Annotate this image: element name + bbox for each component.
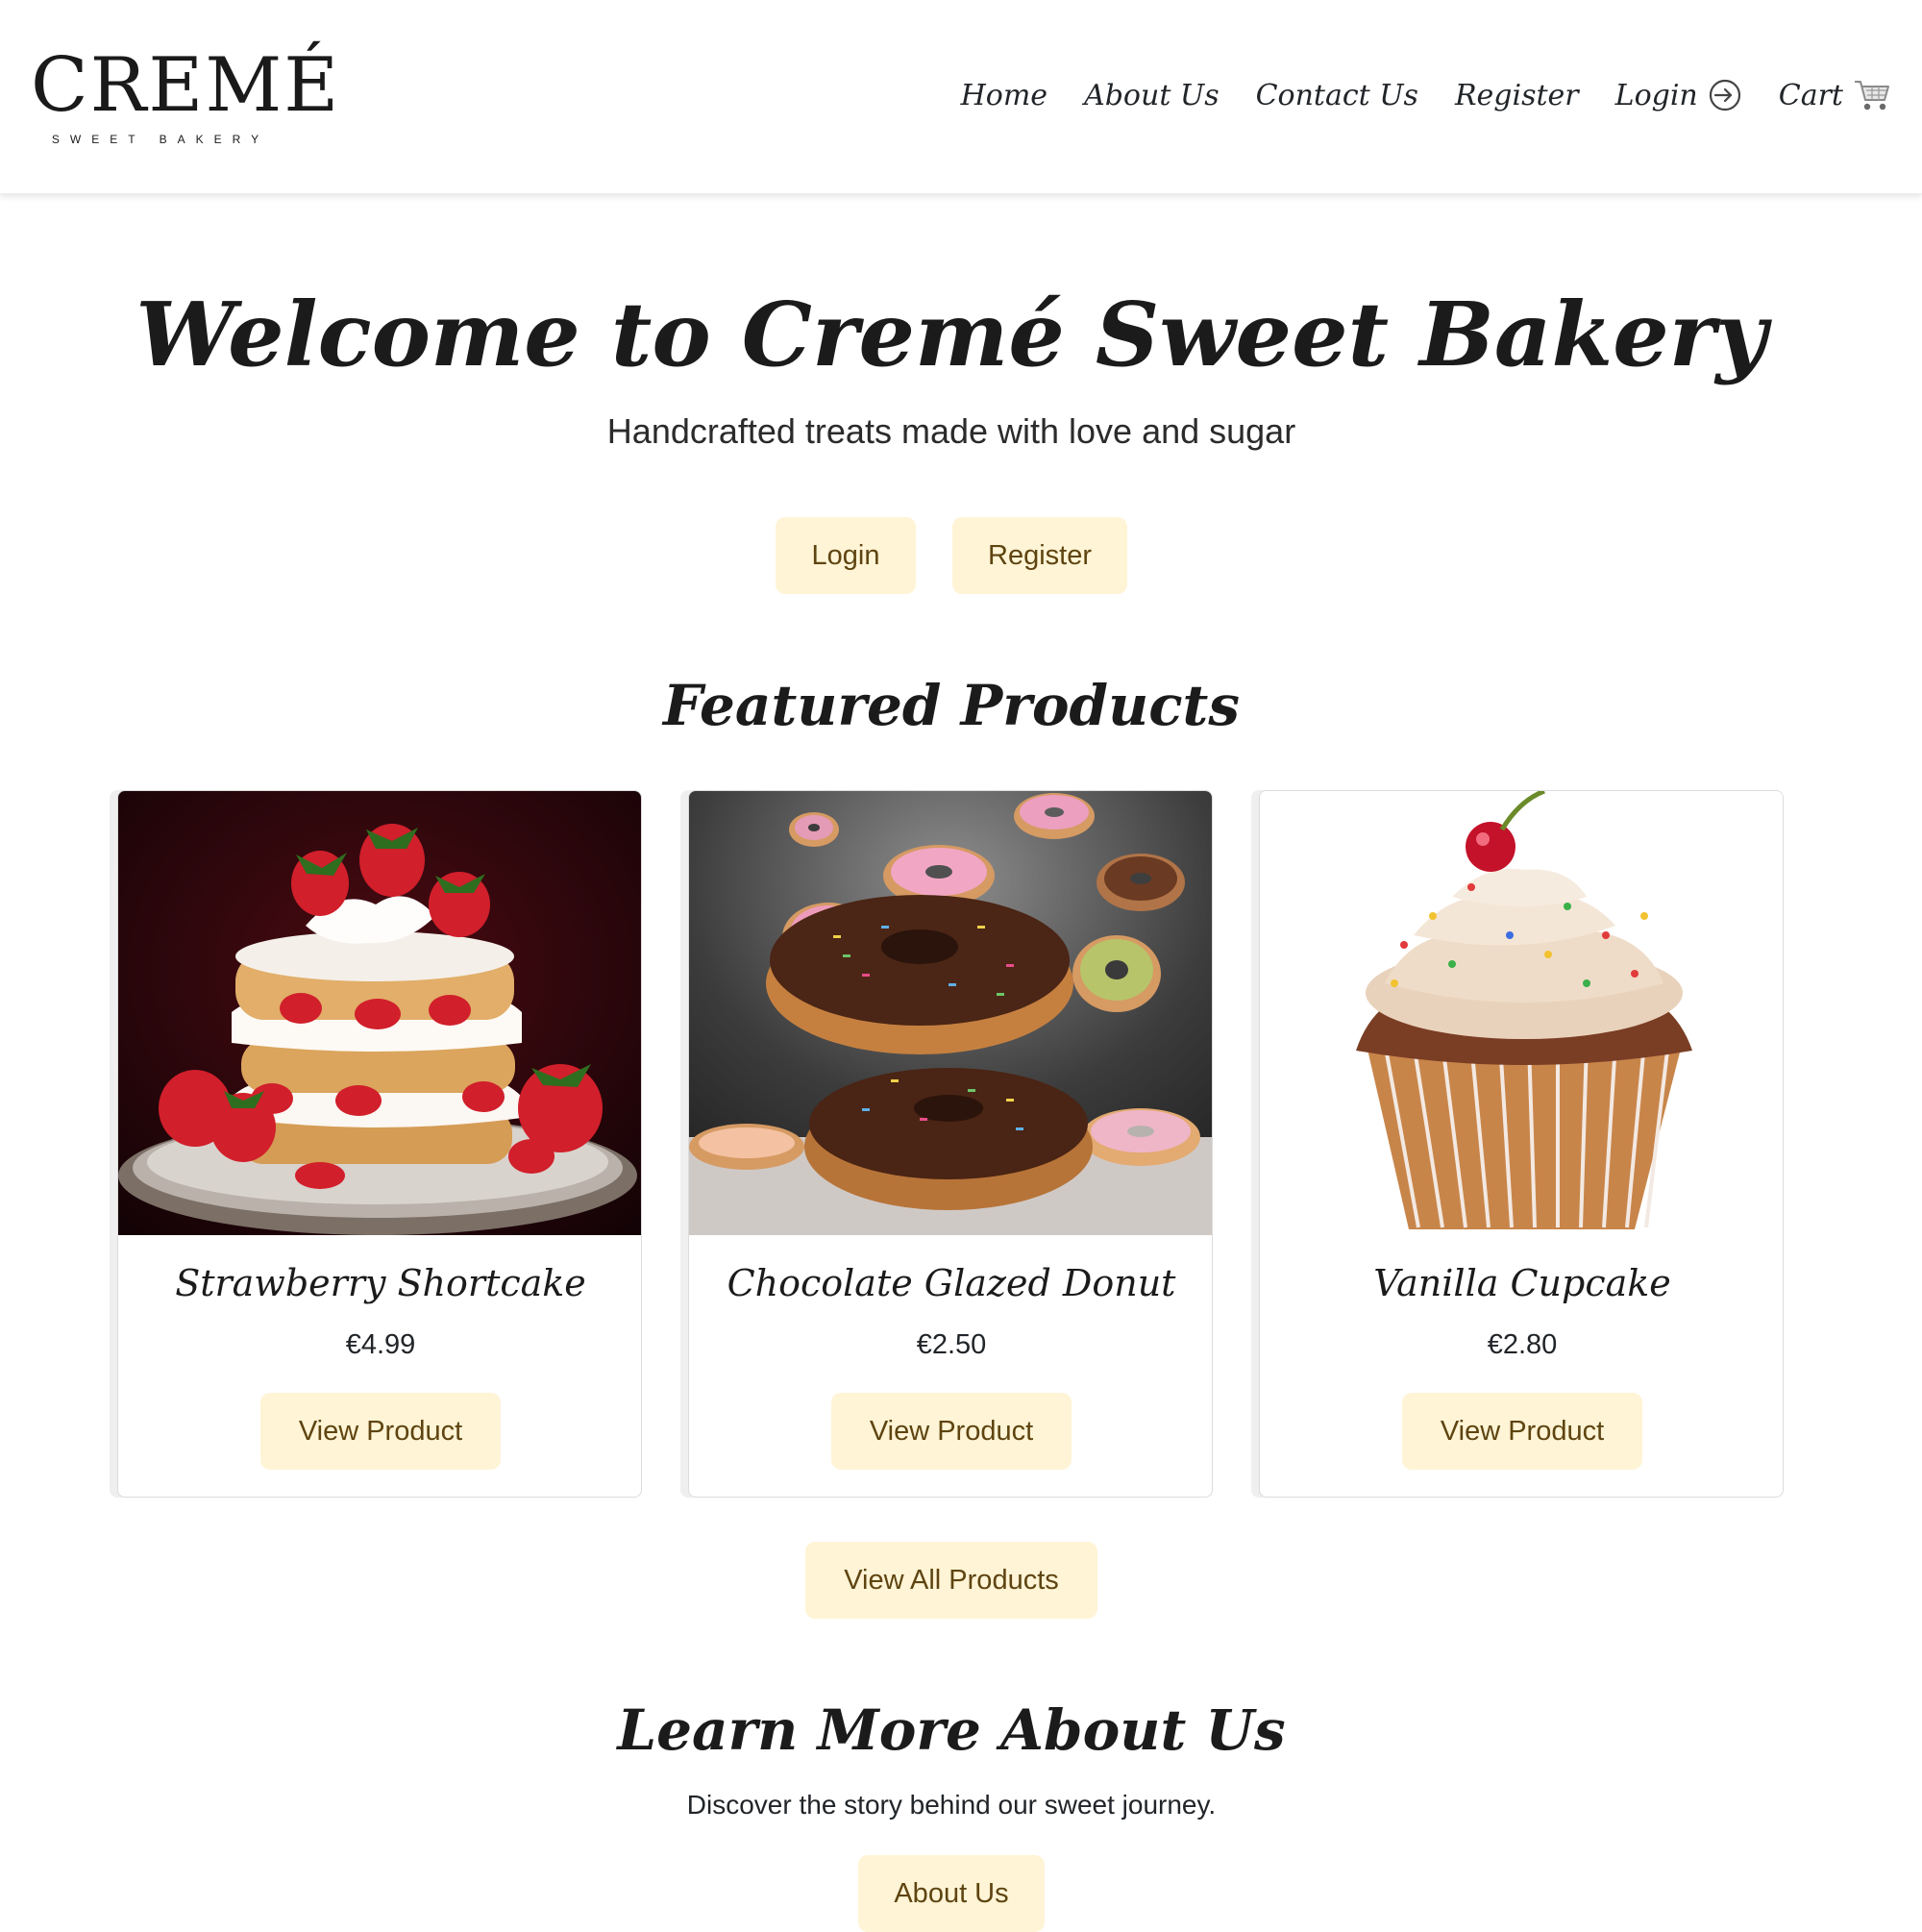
nav-register-link[interactable]: Register [1455,79,1579,112]
about-subtitle: Discover the story behind our sweet jour… [686,1790,1217,1820]
product-button-wrap: View Product [689,1393,1212,1470]
view-product-button[interactable]: View Product [1402,1393,1642,1470]
product-button-wrap: View Product [118,1393,641,1470]
nav-links: Home About Us Contact Us Register Login … [961,71,1891,119]
product-card: Strawberry Shortcake €4.99 View Product [117,790,642,1498]
hero-login-button[interactable]: Login [776,517,916,594]
about-button-wrap: About Us [0,1855,1903,1932]
about-us-button[interactable]: About Us [858,1855,1045,1932]
featured-title: Featured Products [663,673,1240,738]
product-price: €2.50 [916,1329,987,1360]
nav-about-link[interactable]: About Us [1084,79,1220,112]
nav-contact-link[interactable]: Contact Us [1256,79,1418,112]
product-card: Chocolate Glazed Donut €2.50 View Produc… [688,790,1213,1498]
nav-home-link[interactable]: Home [961,79,1047,112]
strawberry-shortcake-image[interactable] [118,791,641,1235]
chocolate-glazed-donut-image[interactable] [689,791,1212,1235]
cart-icon [1853,77,1891,113]
product-price: €4.99 [345,1329,416,1360]
about-title: Learn More About Us [617,1697,1286,1763]
vanilla-cupcake-image[interactable] [1260,791,1783,1235]
logo-tagline: SWEET BAKERY [51,133,270,146]
view-product-button[interactable]: View Product [831,1393,1072,1470]
logo-wordmark: CREMÉ [31,42,341,129]
navbar: CREMÉ SWEET BAKERY Home About Us Contact… [0,0,1922,194]
nav-cart-link[interactable]: Cart [1779,77,1891,113]
login-arrow-icon [1708,78,1742,112]
product-button-wrap: View Product [1260,1393,1783,1470]
product-card: Vanilla Cupcake €2.80 View Product [1259,790,1784,1498]
hero-subtitle: Handcrafted treats made with love and su… [606,411,1296,451]
hero-register-button[interactable]: Register [952,517,1127,594]
hero-title: Welcome to Cremé Sweet Bakery [136,283,1767,386]
product-grid: Strawberry Shortcake €4.99 View Product [117,790,1784,1498]
nav-cart-label: Cart [1778,78,1843,112]
view-product-button[interactable]: View Product [260,1393,501,1470]
brand-logo[interactable]: CREMÉ SWEET BAKERY [31,42,341,148]
nav-login-link[interactable]: Login [1615,78,1742,112]
view-all-products-button[interactable]: View All Products [805,1542,1097,1619]
nav-login-label: Login [1614,78,1698,112]
product-name: Vanilla Cupcake [1373,1262,1671,1304]
hero-buttons: Login Register [0,517,1903,594]
product-price: €2.80 [1487,1329,1558,1360]
product-name: Chocolate Glazed Donut [727,1262,1176,1304]
product-name: Strawberry Shortcake [175,1262,586,1304]
view-all-wrap: View All Products [0,1542,1903,1619]
